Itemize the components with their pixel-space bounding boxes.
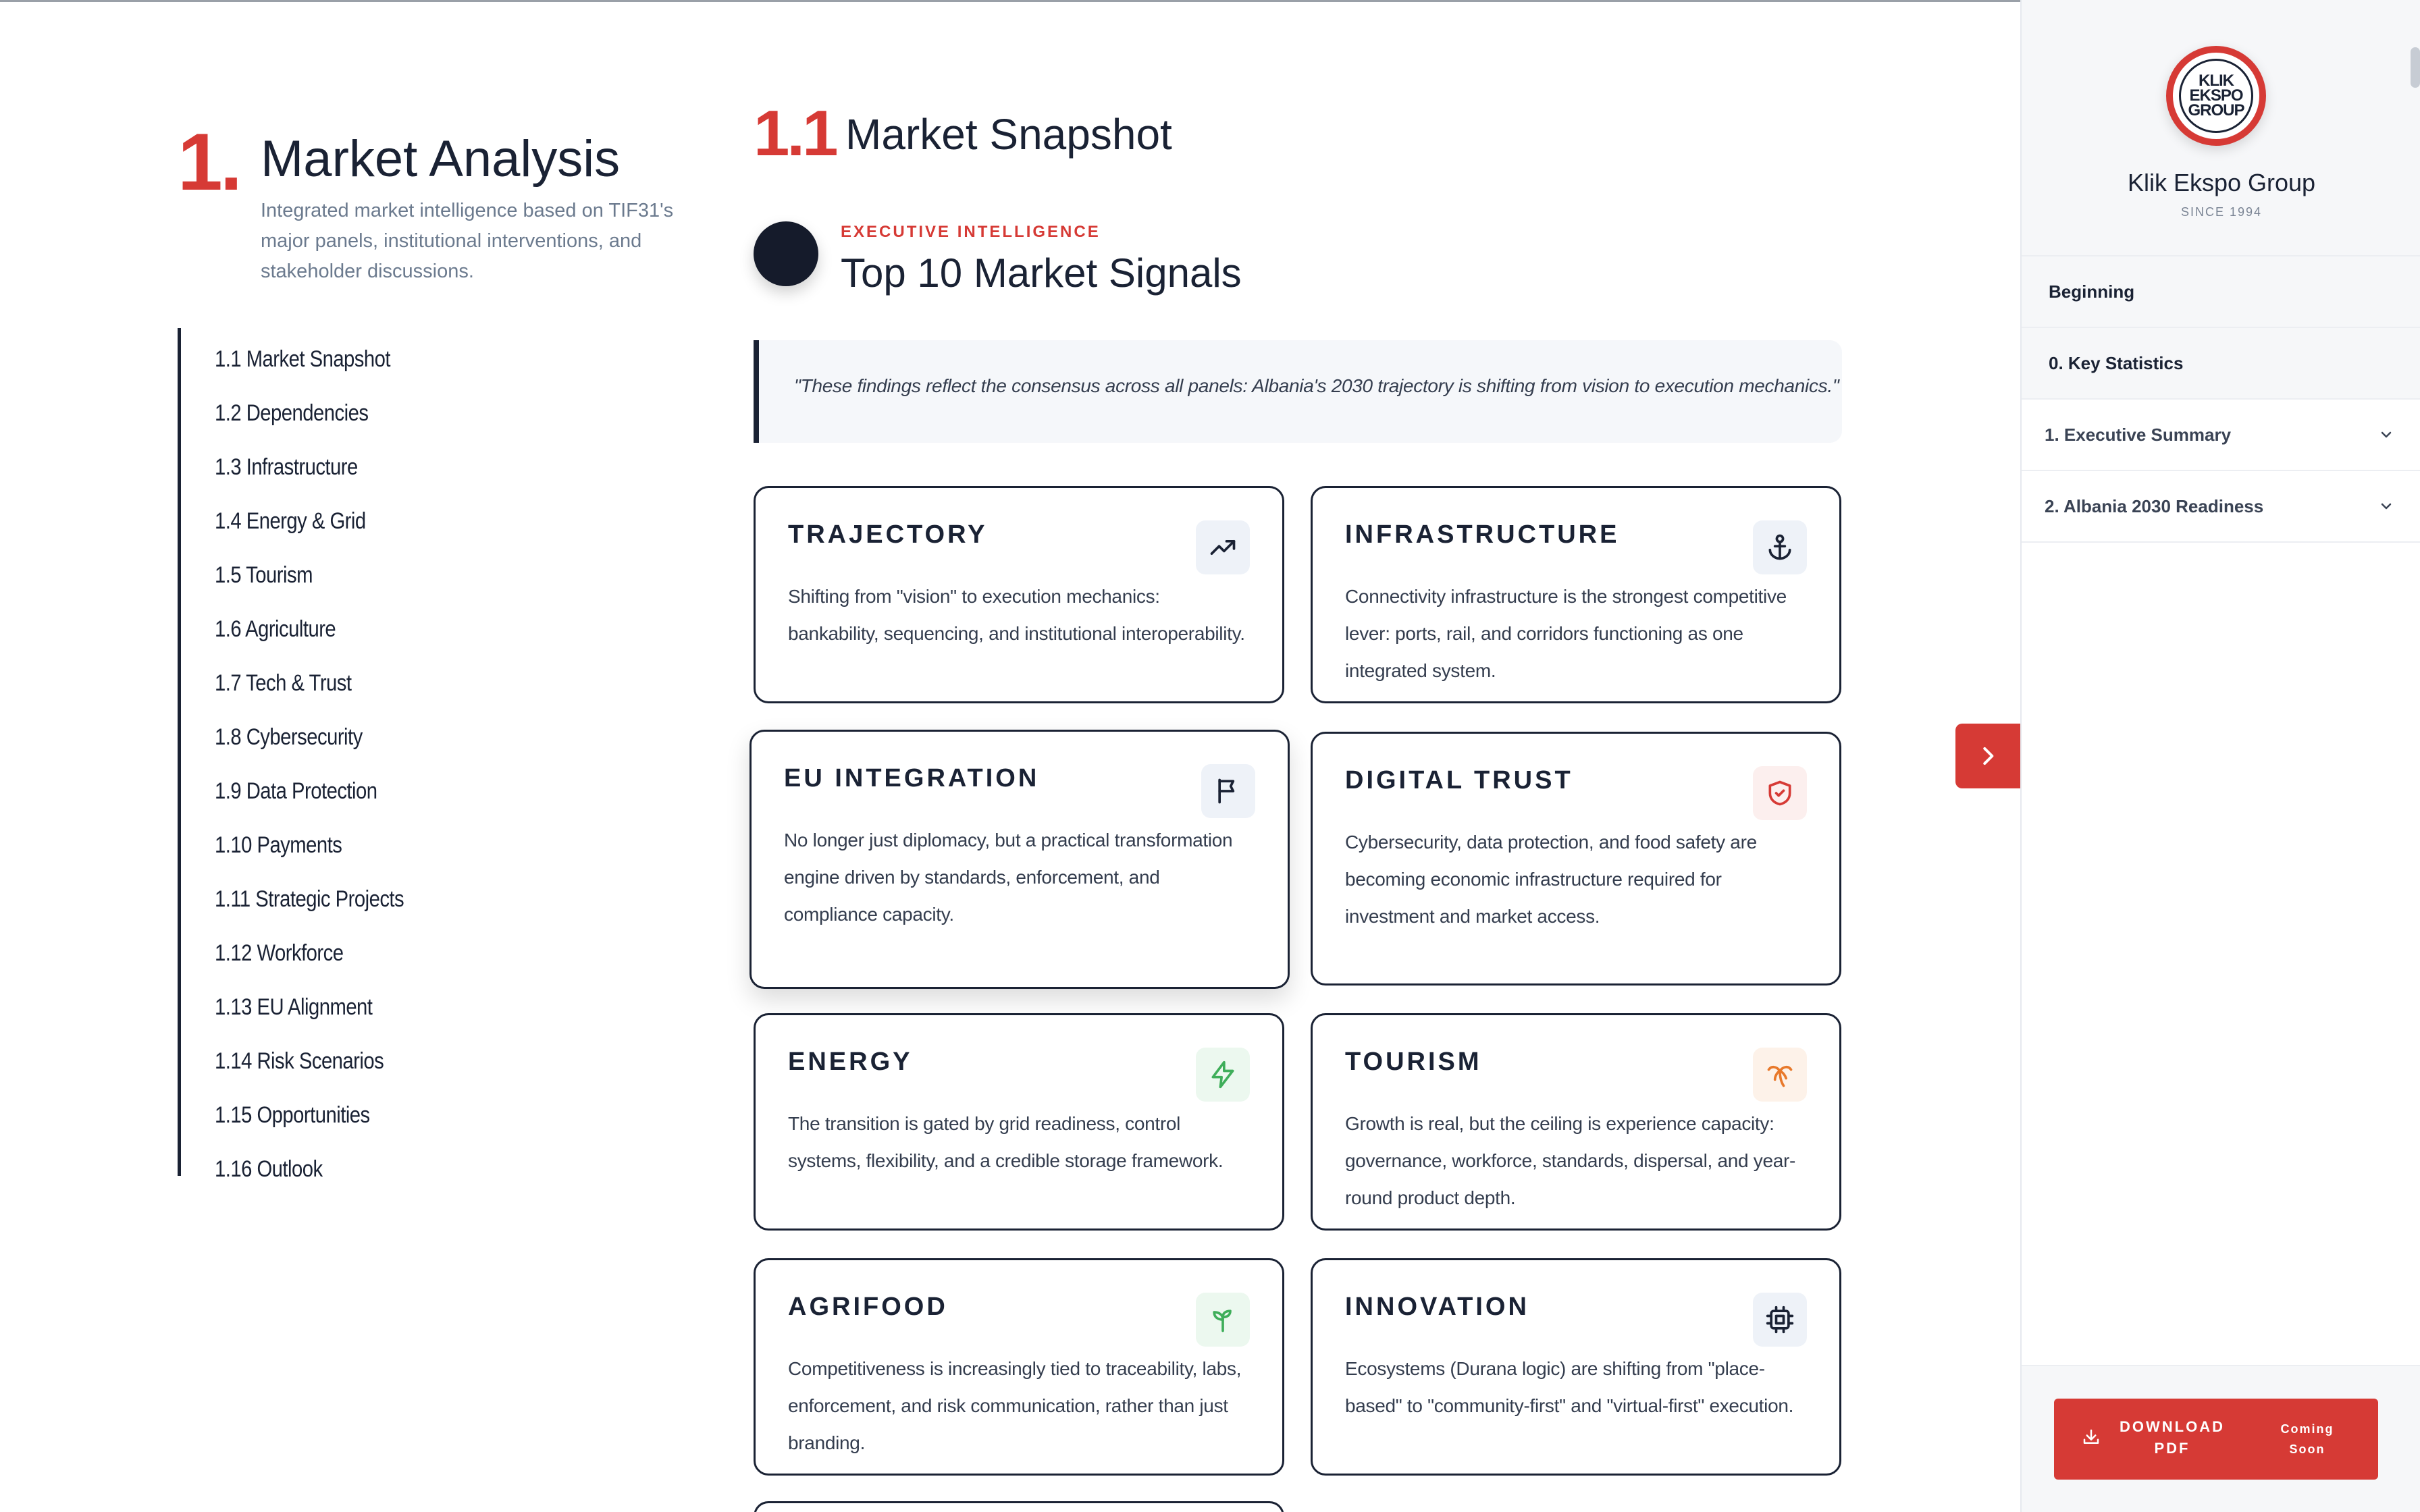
signal-card-tourism[interactable]: TOURISM Growth is real, but the ceiling … [1311, 1013, 1841, 1231]
nav-item-beginning[interactable]: Beginning [2022, 256, 2420, 328]
toc-item-infrastructure[interactable]: 1.3 Infrastructure [215, 440, 473, 494]
nav-item-albania-2030-readiness[interactable]: 2. Albania 2030 Readiness [2022, 471, 2420, 543]
chevron-down-icon[interactable] [2378, 427, 2394, 443]
signal-card-agrifood[interactable]: AGRIFOOD Competitiveness is increasingly… [754, 1258, 1284, 1476]
nav-item-executive-summary[interactable]: 1. Executive Summary [2022, 400, 2420, 471]
panel-scrollbar[interactable] [2411, 47, 2420, 88]
download-icon [2083, 1429, 2099, 1444]
section-number: 1. [178, 117, 242, 207]
signal-card-trajectory[interactable]: TRAJECTORY Shifting from "vision" to exe… [754, 486, 1284, 703]
toc-item-payments[interactable]: 1.10 Payments [215, 818, 473, 872]
cpu-chip-icon [1753, 1293, 1807, 1347]
toc-item-cybersecurity[interactable]: 1.8 Cybersecurity [215, 710, 473, 764]
signal-card-next[interactable] [754, 1501, 1284, 1512]
card-body: Connectivity infrastructure is the stron… [1345, 586, 1787, 681]
brand-since: SINCE 1994 [2180, 205, 2263, 219]
nav-item-label: 2. Albania 2030 Readiness [2045, 495, 2264, 516]
collapse-panel-button[interactable] [1955, 724, 2020, 788]
subsection-number: 1.1 [754, 97, 838, 169]
consensus-quote: "These findings reflect the consensus ac… [754, 340, 1842, 443]
trending-up-icon [1196, 520, 1250, 574]
card-body: Shifting from "vision" to execution mech… [788, 586, 1245, 644]
card-body: Growth is real, but the ceiling is exper… [1345, 1113, 1796, 1208]
card-title: DIGITAL TRUST [1345, 766, 1573, 794]
navigation-panel: KLIK EKSPO GROUP Klik Ekspo Group SINCE … [2020, 0, 2420, 1512]
signal-card-digital-trust[interactable]: DIGITAL TRUST Cybersecurity, data protec… [1311, 732, 1841, 986]
signal-card-eu-integration[interactable]: EU INTEGRATION No longer just diplomacy,… [749, 730, 1290, 989]
toc-item-risk-scenarios[interactable]: 1.14 Risk Scenarios [215, 1034, 473, 1088]
block-title: Top 10 Market Signals [841, 250, 1242, 296]
download-pdf-button[interactable]: DOWNLOAD PDF Coming Soon [2054, 1399, 2378, 1480]
section-description: Integrated market intelligence based on … [261, 200, 674, 282]
card-title: INFRASTRUCTURE [1345, 520, 1620, 549]
signal-card-infrastructure[interactable]: INFRASTRUCTURE Connectivity infrastructu… [1311, 486, 1841, 703]
card-body: No longer just diplomacy, but a practica… [784, 830, 1233, 925]
card-title: AGRIFOOD [788, 1293, 948, 1321]
section-title: Market Analysis [261, 130, 621, 188]
toc-item-energy-grid[interactable]: 1.4 Energy & Grid [215, 494, 473, 548]
subsection-title: Market Snapshot [845, 110, 1172, 159]
palm-tree-icon [1753, 1048, 1807, 1102]
toc-item-tourism[interactable]: 1.5 Tourism [215, 548, 473, 602]
card-body: The transition is gated by grid readines… [788, 1113, 1224, 1171]
nav-item-label: Beginning [2049, 281, 2135, 302]
card-body: Cybersecurity, data protection, and food… [1345, 832, 1757, 927]
toc-item-data-protection[interactable]: 1.9 Data Protection [215, 764, 473, 818]
card-title: TRAJECTORY [788, 520, 988, 549]
toc-item-dependencies[interactable]: 1.2 Dependencies [215, 386, 473, 440]
card-title: TOURISM [1345, 1048, 1482, 1076]
chevron-down-icon[interactable] [2378, 498, 2394, 514]
card-body: Competitiveness is increasingly tied to … [788, 1358, 1242, 1453]
download-label: DOWNLOAD PDF [2120, 1418, 2225, 1457]
card-body: Ecosystems (Durana logic) are shifting f… [1345, 1358, 1794, 1416]
shield-check-icon [1753, 766, 1807, 820]
flag-icon [1201, 764, 1255, 818]
toc-item-eu-alignment[interactable]: 1.13 EU Alignment [215, 980, 473, 1034]
eyebrow-label: EXECUTIVE INTELLIGENCE [841, 223, 1101, 241]
brand-header: KLIK EKSPO GROUP Klik Ekspo Group SINCE … [2022, 0, 2420, 256]
brand-name: Klik Ekspo Group [2127, 169, 2316, 196]
company-logo[interactable]: KLIK EKSPO GROUP [2166, 46, 2266, 146]
nav-item-key-statistics[interactable]: 0. Key Statistics [2022, 328, 2420, 400]
sprout-icon [1196, 1293, 1250, 1347]
toc-item-tech-trust[interactable]: 1.7 Tech & Trust [215, 656, 473, 710]
toc-item-agriculture[interactable]: 1.6 Agriculture [215, 602, 473, 656]
table-of-contents: 1.1 Market Snapshot 1.2 Dependencies 1.3… [178, 328, 515, 1182]
section-marker-dot [754, 221, 818, 286]
toc-item-outlook[interactable]: 1.16 Outlook [215, 1142, 473, 1196]
chevron-right-icon [1983, 747, 1994, 765]
toc-item-strategic-projects[interactable]: 1.11 Strategic Projects [215, 872, 473, 926]
lightning-icon [1196, 1048, 1250, 1102]
anchor-icon [1753, 520, 1807, 574]
toc-item-opportunities[interactable]: 1.15 Opportunities [215, 1088, 473, 1142]
panel-footer: DOWNLOAD PDF Coming Soon [2022, 1365, 2420, 1512]
card-title: ENERGY [788, 1048, 913, 1076]
card-title: INNOVATION [1345, 1293, 1529, 1321]
nav-item-label: 1. Executive Summary [2045, 424, 2232, 445]
nav-item-label: 0. Key Statistics [2049, 352, 2184, 373]
logo-wordmark: KLIK EKSPO GROUP [2179, 59, 2253, 133]
signal-card-energy[interactable]: ENERGY The transition is gated by grid r… [754, 1013, 1284, 1231]
coming-soon-badge: Coming Soon [2280, 1422, 2334, 1456]
toc-item-workforce[interactable]: 1.12 Workforce [215, 926, 473, 980]
toc-item-market-snapshot[interactable]: 1.1 Market Snapshot [215, 332, 473, 386]
card-title: EU INTEGRATION [784, 764, 1040, 792]
signal-card-innovation[interactable]: INNOVATION Ecosystems (Durana logic) are… [1311, 1258, 1841, 1476]
